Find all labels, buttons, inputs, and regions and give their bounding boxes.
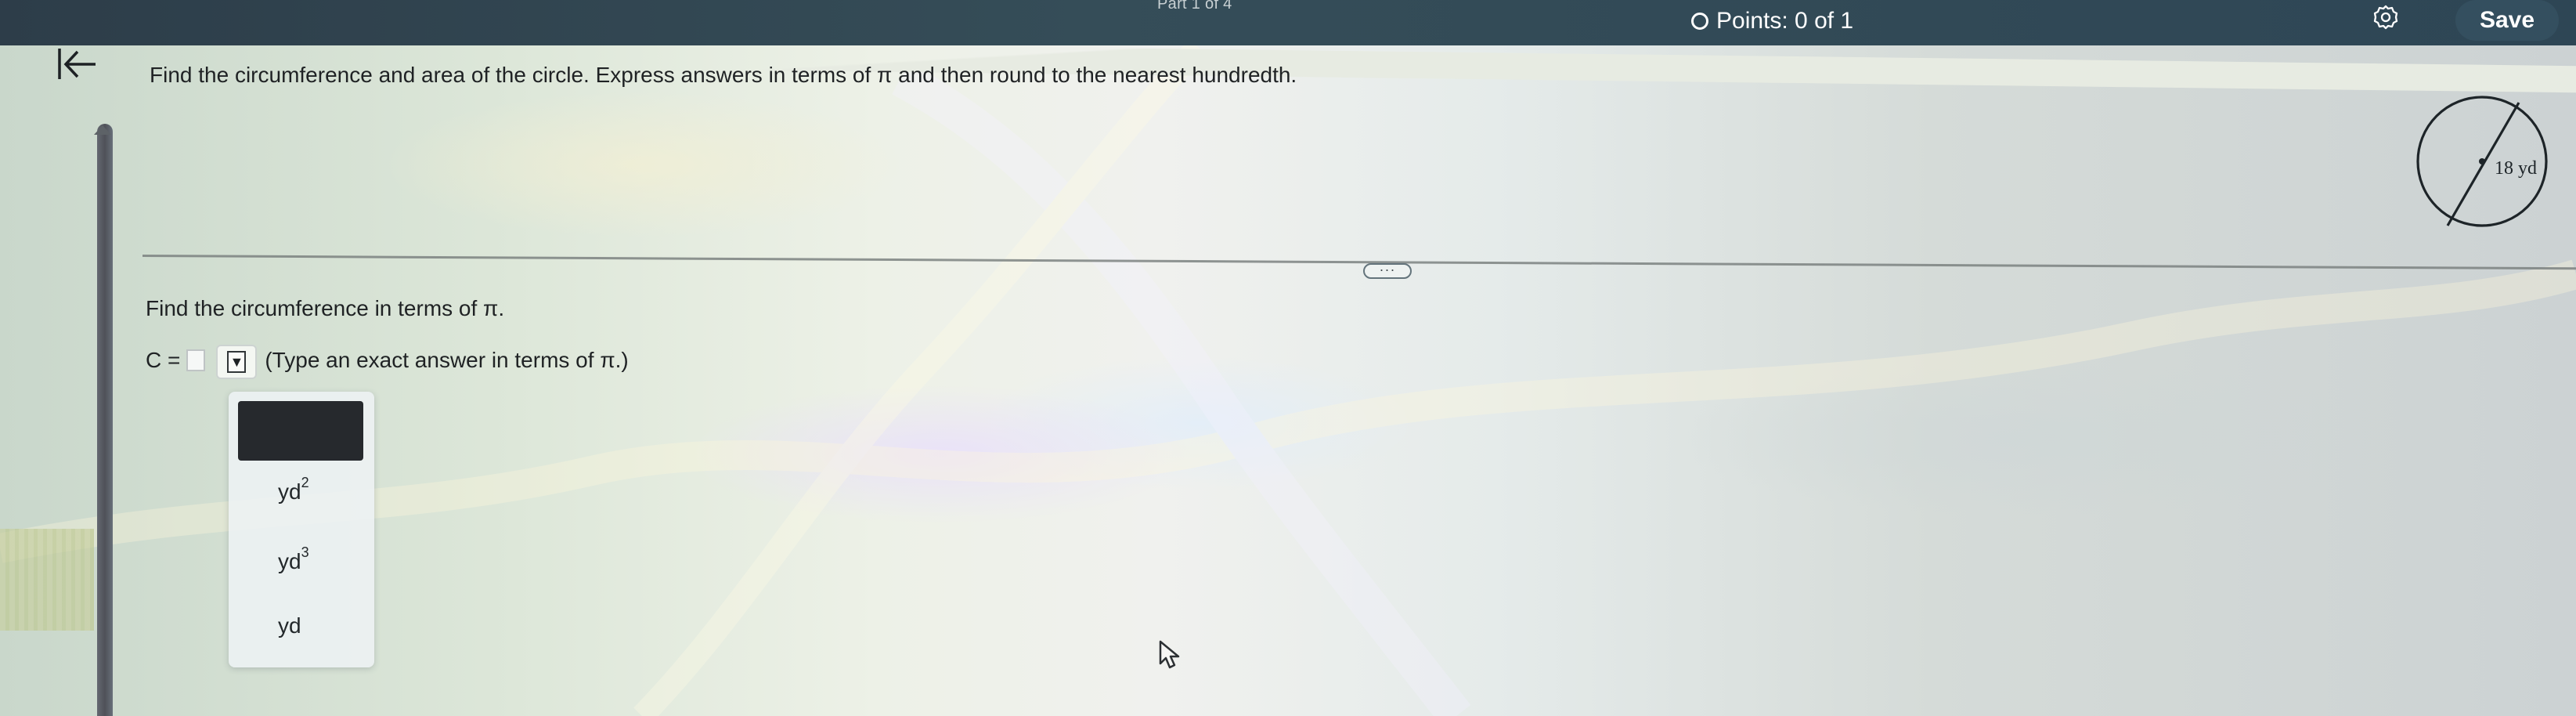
- points-indicator: Points: 0 of 1: [1691, 8, 1853, 34]
- settings-icon[interactable]: [2372, 3, 2399, 30]
- vertical-scrollbar[interactable]: [97, 124, 113, 716]
- question-prompt: Find the circumference and area of the c…: [150, 63, 1297, 87]
- unit-option-base: yd: [278, 549, 301, 573]
- back-to-list-icon[interactable]: [53, 44, 100, 85]
- points-circle-icon: [1691, 13, 1708, 30]
- answer-prefix: C =: [146, 348, 181, 372]
- answer-hint: (Type an exact answer in terms of π.): [265, 348, 629, 372]
- more-options-button[interactable]: ···: [1363, 262, 1412, 279]
- arrow-left-icon: [58, 49, 96, 79]
- unit-option-yards[interactable]: yd: [278, 609, 334, 643]
- unit-option-exponent: 2: [301, 474, 309, 490]
- unit-dropdown-menu: yd 2 yd 3 yd: [229, 392, 374, 667]
- gear-icon: [2373, 5, 2398, 30]
- divider-line: [142, 255, 2576, 270]
- left-panel-glare: [0, 529, 94, 631]
- dropdown-highlight-empty-option[interactable]: [238, 401, 363, 461]
- unit-option-base: yd: [278, 479, 301, 504]
- mathxl-question-page: Part 1 of 4 Points: 0 of 1 Save Find the…: [0, 0, 2576, 716]
- save-button[interactable]: Save: [2455, 0, 2559, 41]
- top-status-bar: Part 1 of 4 Points: 0 of 1 Save: [0, 0, 2576, 45]
- unit-option-exponent: 3: [301, 544, 309, 560]
- circumference-answer-line: C = ▼ (Type an exact answer in terms of …: [146, 345, 629, 379]
- mouse-pointer-icon: [1159, 640, 1180, 669]
- diameter-label: 18 yd: [2495, 158, 2537, 179]
- part-instruction: Find the circumference in terms of π.: [146, 296, 505, 320]
- question-divider: [142, 255, 2576, 283]
- unit-option-square-yards[interactable]: yd 2: [278, 475, 334, 509]
- unit-option-base: yd: [278, 613, 301, 638]
- more-icon: ···: [1379, 262, 1396, 277]
- circle-center-point: [2479, 158, 2485, 165]
- unit-option-cubic-yards[interactable]: yd 3: [278, 544, 334, 579]
- circumference-answer-input[interactable]: [186, 349, 206, 371]
- chevron-down-icon: ▼: [227, 351, 247, 373]
- unit-select[interactable]: ▼: [216, 345, 258, 379]
- part-indicator: Part 1 of 4: [1157, 0, 1232, 13]
- points-label: Points: 0 of 1: [1716, 8, 1854, 34]
- scroll-up-arrow-icon[interactable]: [94, 125, 111, 135]
- circle-diagram: 18 yd: [2416, 96, 2548, 227]
